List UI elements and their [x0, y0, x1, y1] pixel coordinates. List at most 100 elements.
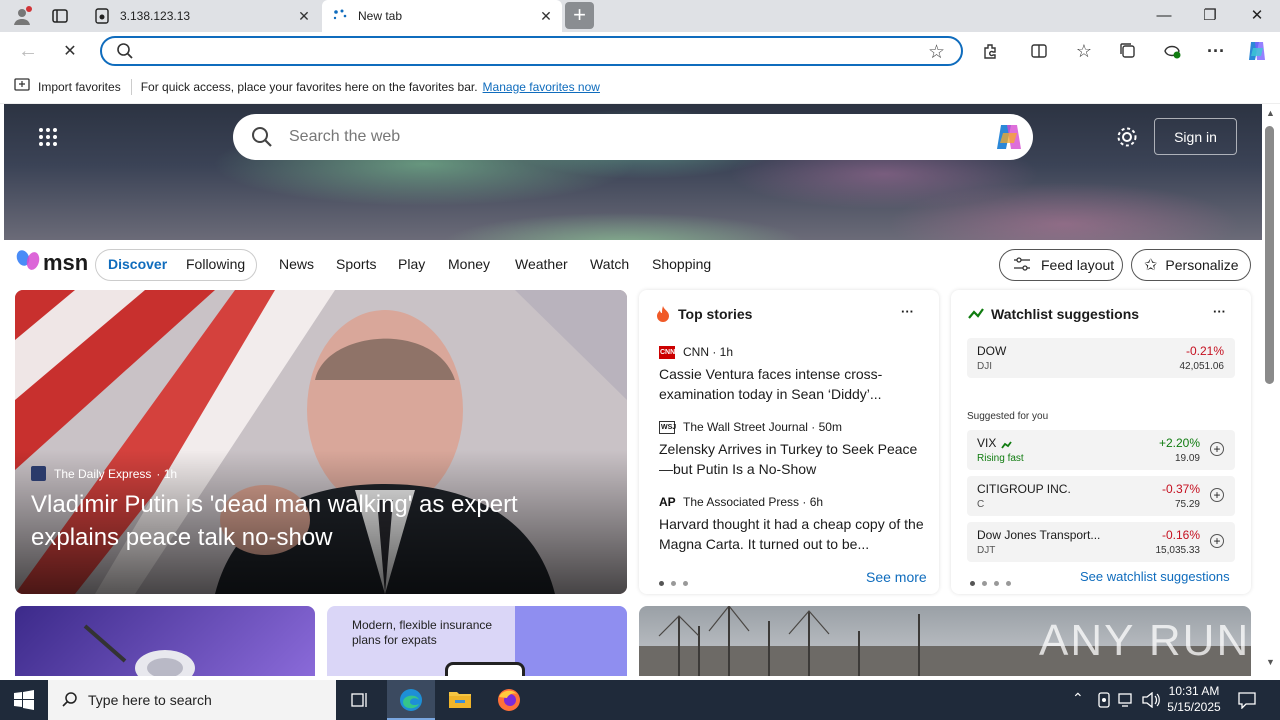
network-icon[interactable]	[1118, 692, 1136, 711]
nav-shopping[interactable]: Shopping	[652, 256, 711, 272]
profile-icon[interactable]	[12, 6, 32, 26]
flame-icon	[656, 306, 670, 325]
stock-name: Dow Jones Transport...	[977, 528, 1101, 542]
story-item[interactable]: CNN CNN · 1h Cassie Ventura faces intens…	[659, 345, 924, 404]
close-window-icon[interactable]: ✕	[1234, 0, 1280, 32]
nav-news[interactable]: News	[279, 256, 314, 272]
apps-grid-icon[interactable]	[38, 127, 58, 150]
stock-price: 75.29	[1174, 499, 1200, 510]
stock-row[interactable]: Dow Jones Transport... DJT -0.16% 15,035…	[967, 522, 1235, 562]
nav-money[interactable]: Money	[448, 256, 490, 272]
web-search-box[interactable]: Search the web	[233, 114, 1033, 160]
more-options-icon[interactable]: ···	[1213, 304, 1226, 319]
close-tab-icon[interactable]: ✕	[538, 8, 554, 24]
clock-date: 5/15/2025	[1167, 700, 1221, 714]
tab-ip[interactable]: 3.138.123.13 ✕	[84, 0, 320, 32]
scroll-up-icon[interactable]: ▲	[1266, 108, 1275, 118]
see-more-link[interactable]: See more	[866, 569, 927, 585]
stock-row[interactable]: CITIGROUP INC. C -0.37% 75.29 +	[967, 476, 1235, 516]
tab-actions-icon[interactable]	[52, 8, 68, 24]
task-view-icon[interactable]	[351, 691, 369, 712]
manage-favorites-link[interactable]: Manage favorites now	[483, 80, 600, 94]
extensions-icon[interactable]	[979, 40, 1003, 62]
tab-title: New tab	[358, 9, 403, 23]
restore-icon[interactable]: ❐	[1187, 0, 1233, 32]
carousel-dots[interactable]	[659, 574, 695, 589]
performance-icon[interactable]	[1160, 40, 1184, 62]
stop-loading-icon[interactable]: ✕	[58, 40, 82, 62]
hero-source-name: The Daily Express	[54, 466, 152, 481]
scroll-down-icon[interactable]: ▼	[1266, 657, 1275, 667]
nav-sports[interactable]: Sports	[336, 256, 376, 272]
settings-gear-icon[interactable]	[1116, 126, 1138, 151]
cnn-logo-icon: CNN	[659, 345, 675, 359]
import-favorites-button[interactable]: Import favorites	[14, 78, 121, 95]
ad-card-insurance[interactable]: Modern, flexible insurance plans for exp…	[327, 606, 627, 676]
feed-layout-button[interactable]: Feed layout	[999, 249, 1123, 281]
import-favorites-label: Import favorites	[38, 79, 121, 94]
story-item[interactable]: AP The Associated Press · 6h Harvard tho…	[659, 495, 924, 554]
msn-logo[interactable]: msn	[16, 249, 88, 276]
back-icon[interactable]: ←	[16, 40, 40, 62]
close-tab-icon[interactable]: ✕	[296, 8, 312, 24]
stock-price: 19.09	[1174, 453, 1200, 464]
favorites-divider	[130, 78, 132, 95]
clock-time: 10:31 AM	[1168, 684, 1220, 698]
hero-headline[interactable]: Vladimir Putin is 'dead man walking' as …	[31, 488, 591, 554]
add-to-watchlist-icon[interactable]: +	[1210, 534, 1224, 548]
file-explorer-icon[interactable]	[448, 689, 472, 712]
split-screen-icon[interactable]	[1027, 40, 1051, 62]
hero-news-card[interactable]: The Daily Express · 1h Vladimir Putin is…	[15, 290, 627, 594]
stock-price: 15,035.33	[1155, 545, 1201, 556]
sign-in-button[interactable]: Sign in	[1154, 118, 1237, 155]
windows-start-icon[interactable]	[14, 690, 34, 713]
tray-device-icon[interactable]	[1097, 692, 1111, 711]
stock-row[interactable]: VIX Rising fast +2.20% 19.09 +	[967, 430, 1235, 470]
nav-weather[interactable]: Weather	[515, 256, 568, 272]
more-options-icon[interactable]: ···	[901, 304, 914, 319]
story-headline: Harvard thought it had a cheap copy of t…	[659, 516, 924, 552]
collections-icon[interactable]	[1116, 40, 1140, 62]
search-icon	[62, 691, 78, 710]
more-icon[interactable]: ···	[1204, 40, 1228, 62]
copilot-icon[interactable]	[1245, 40, 1269, 62]
see-watchlist-link[interactable]: See watchlist suggestions	[1080, 569, 1230, 584]
stock-change: -0.21%	[1185, 344, 1224, 358]
news-card-photo[interactable]: ANY RUN	[639, 606, 1251, 676]
scrollbar-thumb[interactable]	[1265, 126, 1274, 384]
story-headline: Cassie Ventura faces intense cross-exami…	[659, 366, 883, 402]
tab-following[interactable]: Following	[186, 256, 245, 272]
story-item[interactable]: WSJ The Wall Street Journal · 50m Zelens…	[659, 420, 924, 479]
address-bar[interactable]: ☆	[100, 36, 963, 66]
web-search-placeholder: Search the web	[289, 128, 401, 145]
firefox-icon[interactable]	[497, 688, 521, 715]
taskbar-search[interactable]: Type here to search	[48, 680, 336, 720]
ad-image-panel	[515, 606, 627, 676]
clock[interactable]: 10:31 AM 5/15/2025	[1164, 683, 1224, 715]
stock-symbol: C	[977, 499, 985, 510]
tray-chevron-icon[interactable]: ⌃	[1072, 690, 1084, 707]
notifications-icon[interactable]	[1238, 691, 1256, 712]
tab-new-tab[interactable]: New tab ✕	[322, 0, 562, 32]
page-icon	[94, 8, 110, 24]
tab-title: 3.138.123.13	[120, 9, 191, 23]
stock-name: VIX	[977, 436, 997, 450]
add-to-watchlist-icon[interactable]: +	[1210, 442, 1224, 456]
personalize-icon: ✩	[1144, 257, 1158, 274]
stock-row[interactable]: DOW DJI -0.21% 42,051.06	[967, 338, 1235, 378]
nav-watch[interactable]: Watch	[590, 256, 629, 272]
favorite-star-icon[interactable]: ☆	[928, 41, 945, 64]
stock-change: +2.20%	[1158, 436, 1200, 450]
add-to-watchlist-icon[interactable]: +	[1210, 488, 1224, 502]
nav-play[interactable]: Play	[398, 256, 425, 272]
news-card-space[interactable]	[15, 606, 315, 676]
personalize-button[interactable]: ✩ Personalize	[1131, 249, 1251, 281]
carousel-dots[interactable]	[970, 574, 1018, 589]
tab-discover[interactable]: Discover	[108, 256, 167, 272]
new-tab-button[interactable]: +	[565, 2, 594, 29]
copilot-icon[interactable]	[993, 122, 1025, 155]
favorites-icon[interactable]: ☆	[1072, 40, 1096, 62]
volume-icon[interactable]	[1142, 691, 1160, 711]
minimize-icon[interactable]: —	[1141, 0, 1187, 32]
edge-taskbar-icon[interactable]	[387, 680, 435, 720]
